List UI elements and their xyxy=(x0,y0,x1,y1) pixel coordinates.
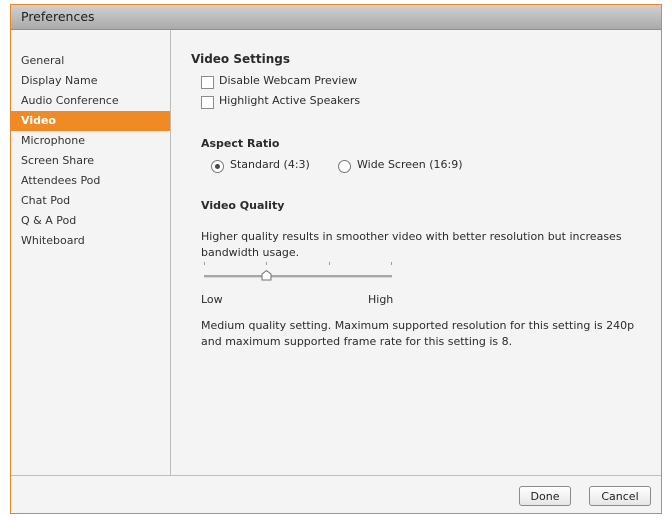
slider-tick xyxy=(329,262,330,265)
sidebar-item-microphone[interactable]: Microphone xyxy=(11,131,170,151)
aspect-ratio-heading: Aspect Ratio xyxy=(201,137,280,150)
title-bar[interactable]: Preferences xyxy=(11,5,661,30)
radio-wide-screen-16-9[interactable] xyxy=(338,160,351,173)
slider-high-label: High xyxy=(368,293,394,306)
slider-tick xyxy=(391,262,392,265)
radio-selected-dot xyxy=(215,164,220,169)
radio-standard-4-3[interactable] xyxy=(211,160,224,173)
sidebar-item-display-name[interactable]: Display Name xyxy=(11,71,170,91)
sidebar-item-audio-conference[interactable]: Audio Conference xyxy=(11,91,170,111)
sidebar-item-video[interactable]: Video xyxy=(11,111,170,131)
slider-tick xyxy=(204,262,205,265)
done-button[interactable]: Done xyxy=(519,486,571,506)
window-title: Preferences xyxy=(21,9,95,24)
sidebar-item-whiteboard[interactable]: Whiteboard xyxy=(11,231,170,251)
sidebar-list: General Display Name Audio Conference Vi… xyxy=(11,51,170,251)
slider-low-label: Low xyxy=(201,293,223,306)
video-quality-heading: Video Quality xyxy=(201,199,285,212)
slider-tick xyxy=(266,262,267,265)
quality-slider[interactable] xyxy=(201,262,401,290)
disable-webcam-preview-label[interactable]: Disable Webcam Preview xyxy=(219,74,357,87)
sidebar-item-chat-pod[interactable]: Chat Pod xyxy=(11,191,170,211)
dialog-body: General Display Name Audio Conference Vi… xyxy=(11,30,661,476)
slider-thumb[interactable] xyxy=(261,270,272,281)
slider-track[interactable] xyxy=(204,275,392,278)
video-quality-status: Medium quality setting. Maximum supporte… xyxy=(201,319,635,348)
dialog-footer: Done Cancel xyxy=(11,476,661,513)
sidebar-item-screen-share[interactable]: Screen Share xyxy=(11,151,170,171)
sidebar-item-attendees-pod[interactable]: Attendees Pod xyxy=(11,171,170,191)
sidebar-item-qa-pod[interactable]: Q & A Pod xyxy=(11,211,170,231)
disable-webcam-preview-checkbox[interactable] xyxy=(201,76,214,89)
sidebar-item-general[interactable]: General xyxy=(11,51,170,71)
radio-wide-screen-16-9-label[interactable]: Wide Screen (16:9) xyxy=(357,158,463,171)
video-settings-heading: Video Settings xyxy=(191,52,290,66)
cancel-button[interactable]: Cancel xyxy=(589,486,651,506)
highlight-active-speakers-label[interactable]: Highlight Active Speakers xyxy=(219,94,360,107)
sidebar: General Display Name Audio Conference Vi… xyxy=(11,30,171,475)
highlight-active-speakers-checkbox[interactable] xyxy=(201,96,214,109)
preferences-dialog: Preferences General Display Name Audio C… xyxy=(10,4,662,514)
radio-standard-4-3-label[interactable]: Standard (4:3) xyxy=(230,158,310,171)
video-settings-panel: Video Settings Disable Webcam Preview Hi… xyxy=(171,30,661,475)
video-quality-description: Higher quality results in smoother video… xyxy=(201,230,622,259)
